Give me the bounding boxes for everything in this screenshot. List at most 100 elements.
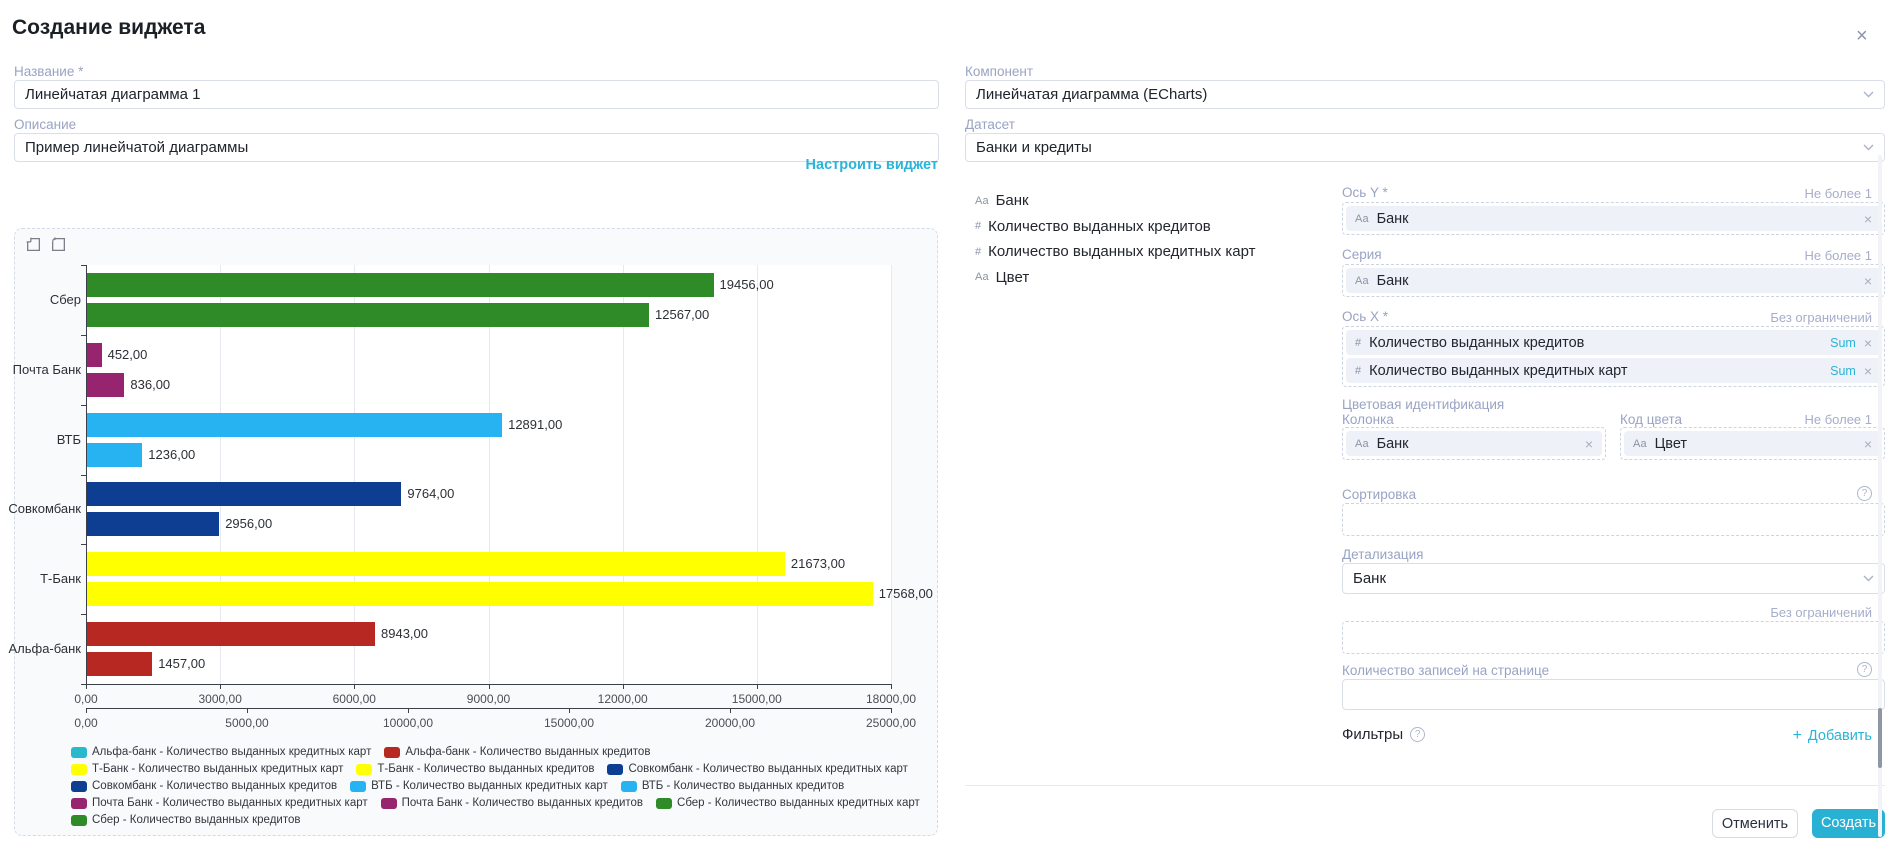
remove-icon[interactable]: × xyxy=(1585,436,1593,452)
gridline xyxy=(623,265,624,684)
dataset-field-label: Цвет xyxy=(996,269,1030,286)
dataset-field-label: Количество выданных кредитов xyxy=(988,218,1211,235)
remove-icon[interactable]: × xyxy=(1864,211,1872,227)
filters-help-icon[interactable]: ? xyxy=(1410,727,1425,742)
axis-x-limit-hint: Без ограничений xyxy=(1770,310,1872,325)
legend-item[interactable]: Сбер - Количество выданных кредитов xyxy=(71,813,300,827)
cancel-button[interactable]: Отменить xyxy=(1712,809,1798,838)
y-axis-tick xyxy=(81,614,86,615)
chart-legend: Альфа-банк - Количество выданных кредитн… xyxy=(71,745,927,827)
color-column-dropzone[interactable]: АаБанк× xyxy=(1342,427,1606,460)
bar xyxy=(87,582,873,606)
x-axis-tick xyxy=(220,685,221,689)
chip-label: Банк xyxy=(1377,436,1409,452)
legend-item[interactable]: Т-Банк - Количество выданных кредитных к… xyxy=(71,762,343,776)
x-axis-tick-label: 12000,00 xyxy=(578,692,668,706)
add-filter-label: Добавить xyxy=(1808,728,1872,744)
legend-label: Альфа-банк - Количество выданных кредито… xyxy=(405,746,650,758)
bar-value-label: 452,00 xyxy=(108,343,148,367)
configure-widget-link[interactable]: Настроить виджет xyxy=(806,157,938,173)
dataset-label: Датасет xyxy=(965,117,1015,132)
field-chip[interactable]: АаБанк× xyxy=(1346,268,1881,293)
legend-item[interactable]: ВТБ - Количество выданных кредитов xyxy=(621,779,844,793)
bar xyxy=(87,512,219,536)
legend-label: Сбер - Количество выданных кредитных кар… xyxy=(677,797,920,809)
y-axis-line xyxy=(86,265,87,685)
component-value: Линейчатая диаграмма (ECharts) xyxy=(976,86,1207,103)
field-chip[interactable]: АаБанк× xyxy=(1346,206,1881,231)
legend-item[interactable]: Совкомбанк - Количество выданных кредито… xyxy=(71,779,337,793)
bar xyxy=(87,303,649,327)
axis-y-dropzone[interactable]: АаБанк× xyxy=(1342,202,1885,235)
aggregation-badge[interactable]: Sum xyxy=(1830,336,1856,350)
add-filter-button[interactable]: + Добавить xyxy=(1793,727,1872,745)
field-chip[interactable]: АаЦвет× xyxy=(1624,431,1881,456)
color-code-dropzone[interactable]: АаЦвет× xyxy=(1620,427,1885,460)
x-axis-tick-label: 5000,00 xyxy=(202,716,292,730)
dataset-value: Банки и кредиты xyxy=(976,139,1092,156)
legend-item[interactable]: Почта Банк - Количество выданных кредито… xyxy=(381,796,643,810)
field-chip[interactable]: #Количество выданных кредитных картSum× xyxy=(1346,358,1881,383)
name-input[interactable] xyxy=(14,80,939,109)
series-dropzone[interactable]: АаБанк× xyxy=(1342,264,1885,297)
detailing-dropzone[interactable] xyxy=(1342,621,1885,654)
legend-item[interactable]: Совкомбанк - Количество выданных кредитн… xyxy=(607,762,907,776)
remove-icon[interactable]: × xyxy=(1864,335,1872,351)
x-axis-tick-label: 15000,00 xyxy=(524,716,614,730)
dataset-field-item[interactable]: #Количество выданных кредитов xyxy=(975,214,1255,240)
legend-item[interactable]: Альфа-банк - Количество выданных кредито… xyxy=(384,745,650,759)
field-chip[interactable]: #Количество выданных кредитовSum× xyxy=(1346,330,1881,355)
x-axis-tick-label: 18000,00 xyxy=(846,692,936,706)
text-type-icon: Аа xyxy=(1633,438,1647,450)
legend-item[interactable]: Почта Банк - Количество выданных кредитн… xyxy=(71,796,368,810)
bar-value-label: 17568,00 xyxy=(879,582,933,606)
legend-swatch xyxy=(607,764,623,775)
legend-label: Альфа-банк - Количество выданных кредитн… xyxy=(92,746,371,758)
dataset-field-label: Количество выданных кредитных карт xyxy=(988,243,1255,260)
remove-icon[interactable]: × xyxy=(1864,363,1872,379)
legend-item[interactable]: Альфа-банк - Количество выданных кредитн… xyxy=(71,745,371,759)
x-axis-tick xyxy=(891,709,892,713)
sorting-label: Сортировка xyxy=(1342,487,1416,502)
x-axis-tick-label: 25000,00 xyxy=(846,716,936,730)
close-icon[interactable]: × xyxy=(1856,26,1868,46)
y-axis-category-label: Почта Банк xyxy=(13,361,81,379)
detailing-value: Банк xyxy=(1353,570,1386,587)
legend-label: ВТБ - Количество выданных кредитных карт xyxy=(371,780,608,792)
x-axis-line xyxy=(86,708,892,709)
page-size-help-icon[interactable]: ? xyxy=(1857,662,1872,677)
page-size-input[interactable] xyxy=(1342,679,1885,710)
sorting-dropzone[interactable] xyxy=(1342,503,1885,536)
legend-swatch xyxy=(656,798,672,809)
series-limit-hint: Не более 1 xyxy=(1804,248,1872,263)
axis-x-label: Ось X * xyxy=(1342,309,1388,324)
remove-icon[interactable]: × xyxy=(1864,273,1872,289)
detailing-select[interactable]: Банк xyxy=(1342,563,1885,594)
dataset-select[interactable]: Банки и кредиты xyxy=(965,133,1885,162)
scrollbar-thumb[interactable] xyxy=(1878,708,1882,768)
remove-icon[interactable]: × xyxy=(1864,436,1872,452)
legend-item[interactable]: ВТБ - Количество выданных кредитных карт xyxy=(350,779,608,793)
component-select[interactable]: Линейчатая диаграмма (ECharts) xyxy=(965,80,1885,109)
x-axis-tick xyxy=(489,685,490,689)
bar-value-label: 2956,00 xyxy=(225,512,272,536)
x-axis-tick-label: 9000,00 xyxy=(444,692,534,706)
axis-x-dropzone[interactable]: #Количество выданных кредитовSum×#Количе… xyxy=(1342,326,1885,387)
gridline xyxy=(891,265,892,684)
x-axis-tick-label: 6000,00 xyxy=(309,692,399,706)
y-axis-category-label: ВТБ xyxy=(57,431,81,449)
legend-item[interactable]: Т-Банк - Количество выданных кредитов xyxy=(356,762,594,776)
dataset-field-item[interactable]: АаБанк xyxy=(975,188,1255,214)
description-input[interactable] xyxy=(14,133,939,162)
bar xyxy=(87,373,124,397)
field-chip[interactable]: АаБанк× xyxy=(1346,431,1602,456)
legend-item[interactable]: Сбер - Количество выданных кредитных кар… xyxy=(656,796,920,810)
create-button[interactable]: Создать xyxy=(1812,809,1885,838)
dataset-field-item[interactable]: АаЦвет xyxy=(975,265,1255,291)
sorting-help-icon[interactable]: ? xyxy=(1857,486,1872,501)
series-label: Серия xyxy=(1342,247,1382,262)
aggregation-badge[interactable]: Sum xyxy=(1830,364,1856,378)
dataset-field-item[interactable]: #Количество выданных кредитных карт xyxy=(975,239,1255,265)
legend-swatch xyxy=(381,798,397,809)
widget-preview-panel: 19456,0012567,00Сбер452,00836,00Почта Ба… xyxy=(14,228,938,836)
